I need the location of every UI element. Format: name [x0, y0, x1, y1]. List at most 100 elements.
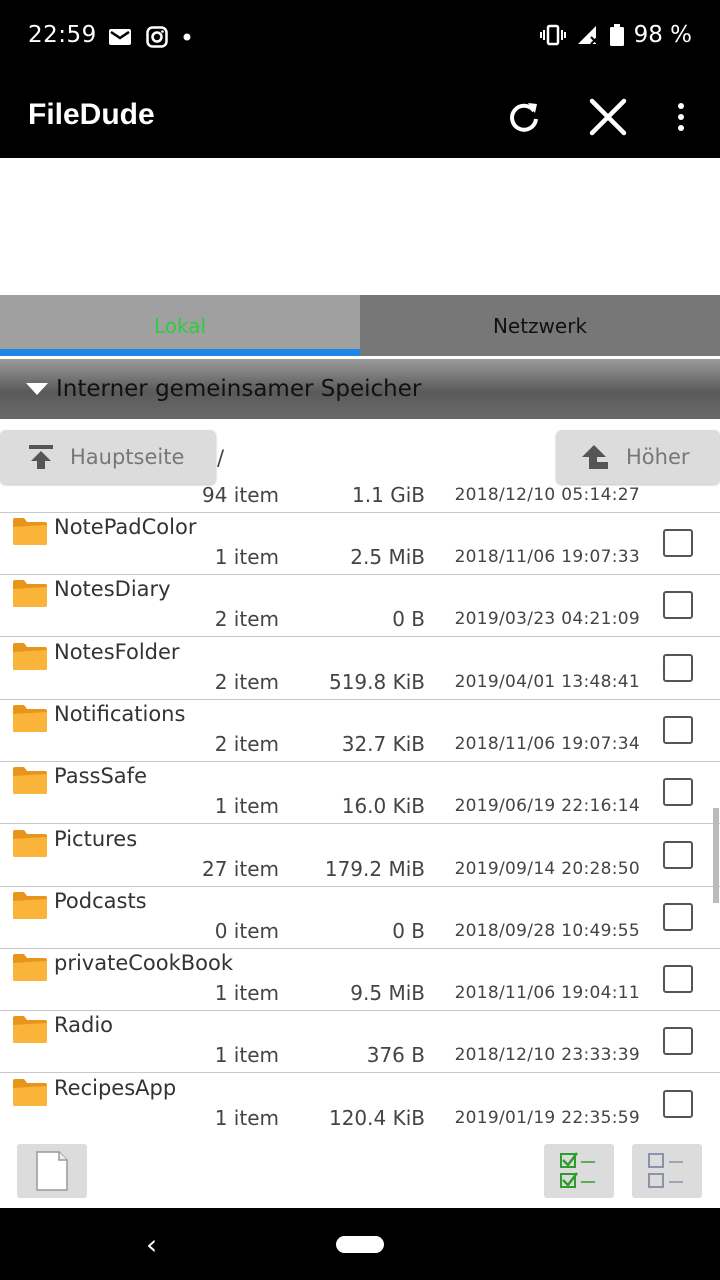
item-name: PassSafe: [54, 764, 147, 789]
scrollbar-thumb[interactable]: [713, 808, 719, 903]
status-time: 22:59: [28, 22, 97, 48]
item-size: 32.7 KiB: [341, 731, 425, 756]
storage-selector[interactable]: Interner gemeinsamer Speicher: [0, 359, 720, 419]
item-checkbox[interactable]: [663, 591, 693, 620]
list-item[interactable]: NotesFolder 2 item 519.8 KiB 2019/04/01 13:…: [0, 637, 720, 700]
up-arrow-icon: [582, 445, 608, 469]
item-checkbox[interactable]: [663, 840, 693, 869]
item-count: 27 item: [202, 856, 279, 881]
item-checkbox[interactable]: [663, 653, 693, 682]
item-name: NotePadColor: [54, 515, 197, 539]
refresh-icon: [510, 103, 538, 132]
item-count: 94 item: [202, 486, 279, 507]
item-checkbox[interactable]: [663, 902, 693, 931]
item-count: 1 item: [214, 1043, 279, 1068]
list-item[interactable]: NotePadColor 1 item 2.5 MiB 2018/11/06 19:0…: [0, 512, 720, 575]
deselect-all-button[interactable]: [632, 1144, 702, 1198]
tab-bar: Lokal Netzwerk: [0, 295, 720, 356]
status-system-icons: 98 %: [539, 22, 692, 48]
list-item[interactable]: PassSafe 1 item 16.0 KiB 2019/06/19 22:16:1…: [0, 761, 720, 825]
list-item[interactable]: Podcasts 0 item 0 B 2018/09/28 10:49:55: [0, 886, 720, 949]
item-size: 519.8 KiB: [328, 669, 425, 694]
home-pill-icon[interactable]: [336, 1236, 384, 1253]
item-size: 1.1 GiB: [352, 486, 425, 507]
item-date: 2018/12/10 23:33:39: [454, 1045, 640, 1066]
list-item[interactable]: Pictures 27 item 179.2 MiB 2019/09/14 20:28…: [0, 824, 720, 887]
item-checkbox[interactable]: [663, 778, 693, 807]
item-size: 179.2 MiB: [324, 856, 425, 881]
item-date: 2019/01/19 22:35:59: [454, 1107, 640, 1128]
new-file-button[interactable]: [17, 1144, 87, 1198]
item-date: 2019/03/23 04:21:09: [454, 609, 640, 630]
signal-icon: [577, 26, 599, 45]
folder-icon: [13, 829, 47, 857]
item-checkbox[interactable]: [663, 965, 693, 994]
tab-lokal-label: Lokal: [153, 313, 207, 338]
item-size: 9.5 MiB: [350, 981, 425, 1006]
tab-indicator: [0, 349, 360, 356]
tab-netzwerk[interactable]: Netzwerk: [360, 295, 720, 356]
item-size: 0 B: [392, 918, 425, 943]
item-count: 2 item: [214, 731, 279, 756]
item-name: NotesDiary: [54, 577, 171, 602]
close-button[interactable]: [583, 92, 633, 142]
item-name: NotesFolder: [54, 639, 180, 664]
status-notification-icons: [108, 26, 192, 48]
list-item[interactable]: privateCookBook 1 item 9.5 MiB 2018/11/06 1…: [0, 948, 720, 1012]
item-size: 16.0 KiB: [341, 794, 425, 819]
item-checkbox[interactable]: [663, 1089, 693, 1118]
item-name: Notifications: [54, 701, 186, 726]
status-bar: 22:59 98 %: [0, 0, 720, 76]
ad-area: [0, 158, 720, 295]
close-icon: [589, 98, 627, 136]
file-list[interactable]: 94 item 1.1 GiB 2018/12/10 05:14:27 Note…: [0, 486, 720, 1134]
battery-icon: [609, 24, 624, 46]
app-bar: FileDude: [0, 76, 720, 158]
overflow-menu-button[interactable]: [656, 92, 706, 142]
item-count: 2 item: [214, 669, 279, 694]
folder-icon: [13, 891, 47, 919]
folder-icon: [13, 580, 47, 608]
item-count: 1 item: [214, 1105, 279, 1130]
list-item[interactable]: Radio 1 item 376 B 2018/12/10 23:33:39: [0, 1010, 720, 1074]
back-icon[interactable]: ‹: [146, 1228, 157, 1261]
list-item[interactable]: NotesDiary 2 item 0 B 2019/03/23 04:21:09: [0, 574, 720, 638]
up-button[interactable]: Höher: [556, 430, 720, 484]
home-button[interactable]: Hauptseite: [0, 430, 216, 484]
item-checkbox[interactable]: [663, 529, 693, 557]
item-checkbox[interactable]: [663, 715, 693, 744]
new-file-icon: [36, 1151, 68, 1191]
item-date: 2018/11/06 19:07:34: [454, 733, 640, 754]
instagram-icon: [146, 26, 168, 48]
select-all-icon: [560, 1152, 595, 1188]
tab-lokal[interactable]: Lokal: [0, 295, 360, 356]
item-name: RecipesApp: [54, 1075, 177, 1100]
dot-icon: [183, 33, 191, 41]
item-checkbox[interactable]: [663, 1027, 693, 1056]
item-size: 376 B: [366, 1043, 425, 1068]
home-top-icon: [29, 445, 53, 469]
up-button-label: Höher: [626, 445, 690, 469]
current-path: /: [217, 446, 225, 470]
item-name: Pictures: [54, 826, 138, 851]
system-nav-bar: ‹: [0, 1208, 720, 1280]
vibrate-icon: [539, 24, 566, 46]
list-item[interactable]: RecipesApp 1 item 120.4 KiB 2019/01/19 22:3…: [0, 1073, 720, 1134]
item-date: 2019/04/01 13:48:41: [454, 671, 640, 692]
item-size: 120.4 KiB: [328, 1105, 425, 1130]
item-date: 2018/12/10 05:14:27: [454, 486, 640, 505]
item-date: 2018/11/06 19:07:33: [454, 547, 640, 567]
select-all-button[interactable]: [544, 1144, 614, 1198]
folder-icon: [13, 704, 47, 732]
item-name: Podcasts: [54, 888, 147, 913]
more-vert-icon: [678, 103, 684, 131]
refresh-button[interactable]: [499, 92, 549, 142]
item-size: 2.5 MiB: [350, 545, 425, 569]
folder-icon: [13, 642, 47, 670]
list-item[interactable]: 94 item 1.1 GiB 2018/12/10 05:14:27: [0, 486, 720, 513]
navigation-row: Hauptseite / Höher: [0, 430, 720, 486]
folder-icon: [13, 954, 47, 982]
folder-icon: [13, 1016, 47, 1044]
dropdown-triangle-icon: [26, 383, 48, 395]
list-item[interactable]: Notifications 2 item 32.7 KiB 2018/11/06 19…: [0, 699, 720, 762]
